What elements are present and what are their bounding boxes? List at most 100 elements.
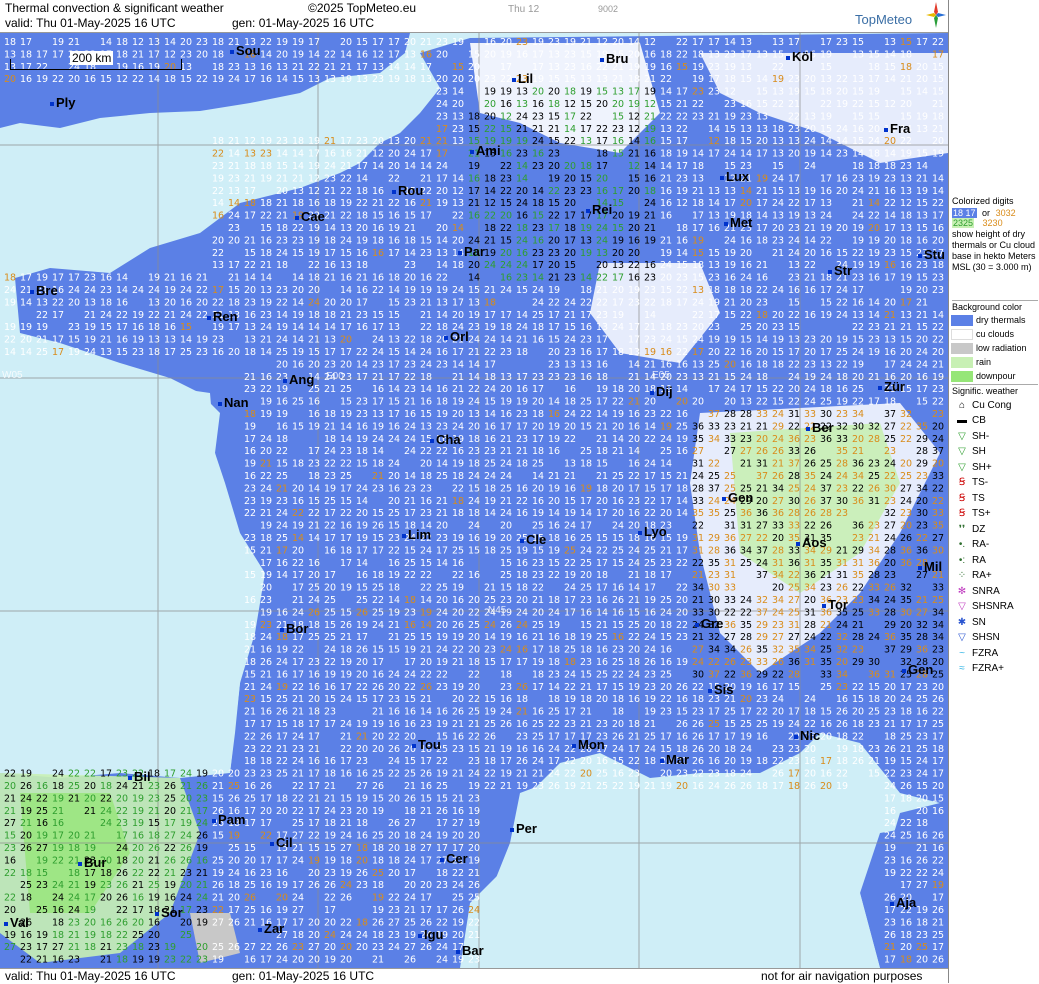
svg-text:18: 18	[308, 471, 320, 482]
svg-text:24: 24	[548, 744, 560, 755]
city-label[interactable]: Lil	[512, 71, 533, 86]
city-label[interactable]: Rei	[586, 202, 612, 217]
svg-text:15: 15	[100, 74, 112, 85]
svg-text:17: 17	[340, 347, 352, 358]
city-label[interactable]: Bru	[600, 51, 628, 66]
city-label[interactable]: Cer	[440, 851, 468, 866]
svg-text:22: 22	[564, 682, 576, 693]
city-label[interactable]: Orl	[444, 329, 469, 344]
svg-text:23: 23	[884, 855, 896, 866]
svg-text:25: 25	[852, 384, 864, 395]
city-label[interactable]: Köl	[786, 49, 813, 64]
city-label[interactable]: Met	[724, 215, 752, 230]
svg-text:16: 16	[580, 372, 592, 383]
city-label[interactable]: Stu	[918, 247, 945, 262]
svg-text:16: 16	[100, 273, 112, 284]
svg-text:22: 22	[36, 793, 48, 804]
city-label[interactable]: Fra	[884, 121, 910, 136]
svg-text:16: 16	[900, 917, 912, 928]
svg-text:19: 19	[548, 434, 560, 445]
svg-text:19: 19	[708, 335, 720, 346]
city-label[interactable]: Mon	[572, 737, 605, 752]
svg-text:19: 19	[212, 74, 224, 85]
svg-text:23: 23	[548, 372, 560, 383]
svg-text:23: 23	[548, 149, 560, 160]
topmeteo-logo-text[interactable]: TopMeteo	[855, 12, 912, 27]
svg-text:21: 21	[644, 781, 656, 792]
city-label[interactable]: Bar	[456, 943, 484, 958]
svg-text:21: 21	[260, 260, 272, 271]
svg-text:22: 22	[324, 521, 336, 532]
city-label[interactable]: Aja	[890, 895, 916, 910]
city-label[interactable]: Str	[828, 263, 852, 278]
city-label[interactable]: Rou	[392, 183, 423, 198]
svg-text:23: 23	[532, 248, 544, 259]
city-label[interactable]: Cha	[430, 432, 461, 447]
city-label[interactable]: Val	[4, 915, 29, 930]
city-label[interactable]: Per	[510, 821, 537, 836]
city-label[interactable]: Zar	[258, 921, 284, 936]
city-label[interactable]: Tor	[822, 597, 848, 612]
city-label[interactable]: Mil	[918, 559, 942, 574]
city-label[interactable]: Mar	[660, 752, 689, 767]
city-label[interactable]: Gen	[722, 490, 753, 505]
svg-text:16: 16	[244, 955, 256, 966]
svg-text:16: 16	[356, 49, 368, 60]
city-label[interactable]: Ami	[470, 143, 501, 158]
svg-text:22: 22	[548, 186, 560, 197]
city-label[interactable]: Ang	[283, 372, 314, 387]
svg-text:27: 27	[292, 905, 304, 916]
city-label[interactable]: Aos	[796, 535, 827, 550]
svg-text:16: 16	[372, 669, 384, 680]
city-label[interactable]: Lyo	[638, 524, 667, 539]
city-label[interactable]: Bur	[78, 855, 106, 870]
city-label[interactable]: Lux	[720, 169, 749, 184]
city-label[interactable]: Cle	[520, 532, 546, 547]
city-label[interactable]: Par	[458, 244, 485, 259]
svg-text:22: 22	[68, 769, 80, 780]
city-name: Val	[10, 915, 29, 930]
header-bar: Thermal convection & significant weather…	[0, 0, 948, 33]
city-label[interactable]: Zür	[878, 379, 905, 394]
city-label[interactable]: Nic	[794, 728, 820, 743]
svg-text:19: 19	[452, 533, 464, 544]
svg-text:16: 16	[20, 74, 32, 85]
weather-map[interactable]: 18 17 19 21 14 18 12 13 14 20 23 18 21 13 22 19 19 17 20 15…	[0, 33, 948, 968]
city-label[interactable]: Cil	[270, 835, 293, 850]
svg-text:14: 14	[516, 173, 528, 184]
svg-text:13: 13	[820, 198, 832, 209]
svg-text:22: 22	[676, 558, 688, 569]
city-label[interactable]: Dij	[650, 384, 673, 399]
city-label[interactable]: Ren	[207, 309, 238, 324]
legend-bg-label: downpour	[976, 371, 1016, 381]
city-label[interactable]: Ply	[50, 95, 76, 110]
city-label[interactable]: Igu	[418, 927, 444, 942]
svg-text:17: 17	[548, 223, 560, 234]
city-label[interactable]: Bre	[30, 283, 58, 298]
city-label[interactable]: Bil	[128, 769, 151, 784]
city-label[interactable]: Cae	[295, 209, 325, 224]
svg-text:24: 24	[468, 496, 480, 507]
city-label[interactable]: Lim	[402, 527, 431, 542]
city-label[interactable]: Ber	[806, 420, 834, 435]
svg-text:27: 27	[388, 917, 400, 928]
svg-text:17: 17	[596, 335, 608, 346]
city-label[interactable]: Sis	[708, 682, 734, 697]
city-label[interactable]: Bor	[280, 621, 308, 636]
city-label[interactable]: Tou	[412, 737, 441, 752]
svg-text:18: 18	[484, 372, 496, 383]
svg-text:16: 16	[372, 248, 384, 259]
city-label[interactable]: Gen	[902, 662, 933, 677]
svg-text:17: 17	[308, 719, 320, 730]
svg-text:20: 20	[836, 186, 848, 197]
city-label[interactable]: Pam	[212, 812, 245, 827]
city-label[interactable]: Gre	[695, 616, 723, 631]
svg-text:19: 19	[548, 421, 560, 432]
svg-text:36: 36	[868, 669, 880, 680]
svg-text:27: 27	[356, 781, 368, 792]
svg-text:18: 18	[868, 161, 880, 172]
city-label[interactable]: Sor	[155, 905, 183, 920]
city-label[interactable]: Sou	[230, 43, 261, 58]
svg-text:25: 25	[388, 508, 400, 519]
city-label[interactable]: Nan	[218, 395, 249, 410]
